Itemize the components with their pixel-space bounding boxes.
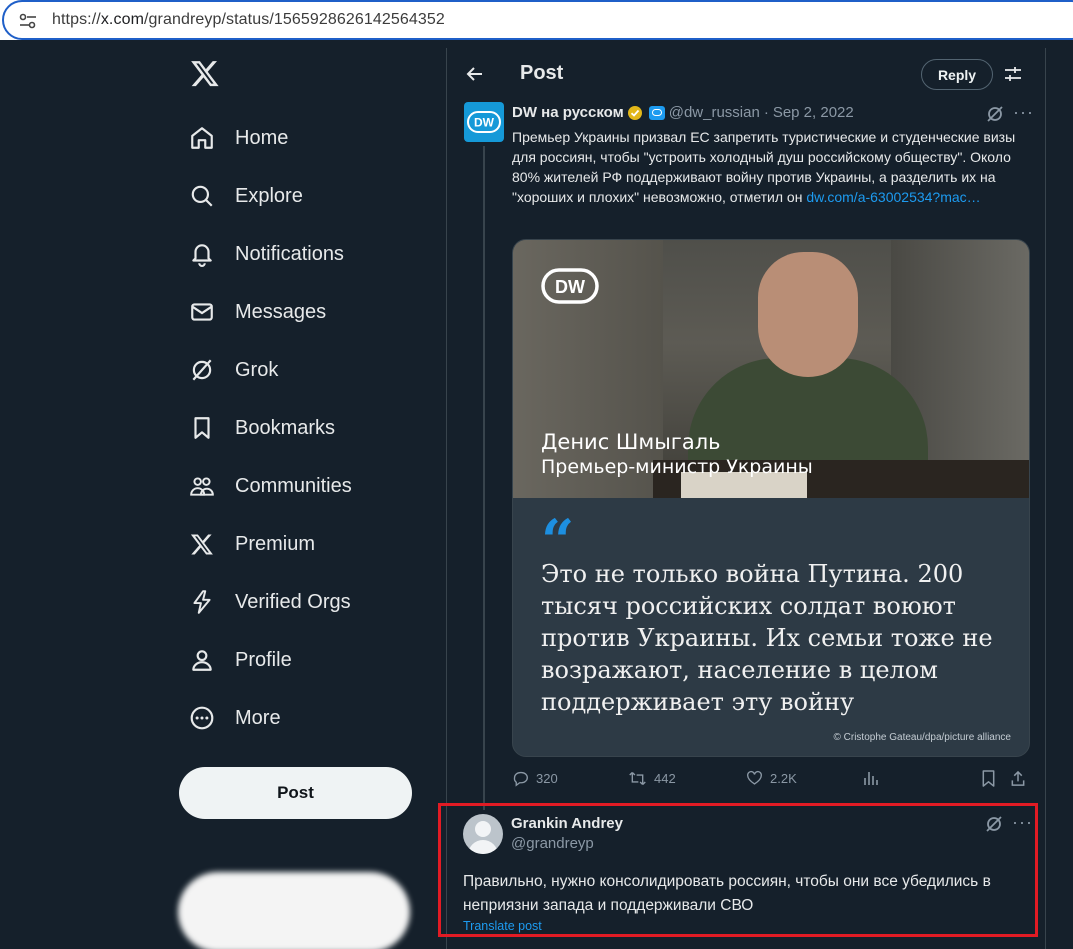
sidebar-item-label: Explore xyxy=(235,184,303,207)
post-button[interactable]: Post xyxy=(179,767,412,819)
browser-address-bar: https://x.com/grandreyp/status/156592862… xyxy=(0,0,1073,40)
grok-icon[interactable] xyxy=(984,814,1004,834)
bookmark-icon xyxy=(188,414,216,442)
sidebar-item-label: Messages xyxy=(235,300,327,323)
repost-action[interactable]: 442 xyxy=(628,770,676,787)
share-icon xyxy=(1011,770,1025,786)
thread-line xyxy=(483,146,485,810)
tweet-date[interactable]: Sep 2, 2022 xyxy=(773,104,854,121)
url-text: https://x.com/grandreyp/status/156592862… xyxy=(52,11,445,28)
sidebar-item-premium[interactable]: Premium xyxy=(188,524,315,564)
photo: DW Денис Шмыгаль Премьер-министр Украины xyxy=(513,240,1029,498)
more-options-icon[interactable]: ··· xyxy=(1013,102,1034,123)
tweet-media[interactable]: DW Денис Шмыгаль Премьер-министр Украины… xyxy=(512,239,1030,757)
sidebar-item-label: Communities xyxy=(235,474,352,497)
redacted-account-area xyxy=(178,872,410,949)
reply-icon xyxy=(513,771,528,787)
sidebar-item-bookmarks[interactable]: Bookmarks xyxy=(188,408,335,448)
bookmark-action[interactable] xyxy=(981,770,1003,787)
svg-text:DW: DW xyxy=(474,116,495,130)
like-action[interactable]: 2.2K xyxy=(746,770,797,786)
reply-text: Правильно, нужно консолидировать россиян… xyxy=(463,873,991,914)
more-options-icon[interactable]: ··· xyxy=(1012,812,1033,833)
adjust-icon[interactable] xyxy=(1003,64,1023,84)
sidebar-item-label: Verified Orgs xyxy=(235,590,351,613)
author-name[interactable]: DW на русском xyxy=(512,104,624,121)
views-action[interactable] xyxy=(863,770,886,786)
share-action[interactable] xyxy=(1010,770,1033,787)
person-icon xyxy=(188,646,216,674)
sidebar-item-label: Bookmarks xyxy=(235,416,336,439)
sidebar-item-communities[interactable]: Communities xyxy=(188,466,352,506)
bookmark-icon xyxy=(982,770,995,787)
caption-title: Премьер-министр Украины xyxy=(541,456,813,478)
avatar[interactable] xyxy=(463,814,503,854)
x-logo-icon[interactable] xyxy=(190,58,220,88)
sidebar-item-label: More xyxy=(235,706,281,729)
x-icon xyxy=(188,530,216,558)
sidebar-item-notifications[interactable]: Notifications xyxy=(188,234,344,274)
sidebar-item-profile[interactable]: Profile xyxy=(188,640,292,680)
tweet-actions: 320 442 2.2K xyxy=(512,770,1032,790)
sidebar-item-more[interactable]: More xyxy=(188,698,281,738)
repost-icon xyxy=(629,771,646,786)
caption-name: Денис Шмыгаль xyxy=(541,430,721,454)
tweet-link[interactable]: dw.com/a-63002534?mac… xyxy=(806,189,980,205)
avatar[interactable]: DW xyxy=(464,102,504,142)
sidebar-item-label: Notifications xyxy=(235,242,344,265)
repost-count: 442 xyxy=(654,771,676,786)
url-field[interactable]: https://x.com/grandreyp/status/156592862… xyxy=(2,0,1073,40)
grok-icon xyxy=(188,356,216,384)
quote-text: Это не только война Путина. 200 тысяч ро… xyxy=(541,560,993,716)
sidebar-item-label: Profile xyxy=(235,648,292,671)
sidebar-item-grok[interactable]: Grok xyxy=(188,350,278,390)
sidebar-item-verified-orgs[interactable]: Verified Orgs xyxy=(188,582,351,622)
sidebar-item-label: Home xyxy=(235,126,289,149)
separator-dot: · xyxy=(763,104,769,121)
reply-button[interactable]: Reply xyxy=(921,59,993,90)
more-circle-icon xyxy=(188,704,216,732)
bell-icon xyxy=(188,240,216,268)
heart-icon xyxy=(747,770,762,785)
tune-icon[interactable] xyxy=(18,12,38,30)
sidebar-item-label: Premium xyxy=(235,532,316,555)
page-title: Post xyxy=(520,62,564,84)
tweet-header: DW на русском @dw_russian · Sep 2, 2022 xyxy=(512,104,854,121)
sidebar-item-home[interactable]: Home xyxy=(188,118,288,158)
views-chart-icon xyxy=(864,772,878,785)
home-icon xyxy=(188,124,216,152)
grok-icon[interactable] xyxy=(985,104,1005,124)
dw-logo: DW xyxy=(541,268,599,304)
photo-credit: © Cristophe Gateau/dpa/picture alliance xyxy=(833,732,1011,743)
lightning-icon xyxy=(188,588,216,616)
sidebar-item-explore[interactable]: Explore xyxy=(188,176,303,216)
search-icon xyxy=(188,182,216,210)
svg-text:DW: DW xyxy=(555,277,585,297)
sidebar-item-messages[interactable]: Messages xyxy=(188,292,326,332)
reply-author-name[interactable]: Grankin Andrey xyxy=(511,815,623,832)
back-arrow-icon[interactable] xyxy=(465,64,485,84)
people-icon xyxy=(188,472,216,500)
envelope-icon xyxy=(188,298,216,326)
reply-action[interactable]: 320 xyxy=(512,770,558,787)
tweet-text: Премьер Украины призвал ЕС запретить тур… xyxy=(512,127,1022,207)
sidebar-item-label: Grok xyxy=(235,358,279,381)
affiliate-badge-icon xyxy=(648,105,665,120)
like-count: 2.2K xyxy=(770,770,797,786)
author-handle[interactable]: @dw_russian xyxy=(669,104,760,121)
translate-post-link[interactable]: Translate post xyxy=(463,919,542,933)
reply-count: 320 xyxy=(536,771,558,786)
verified-badge-icon xyxy=(627,105,642,120)
reply-author-handle[interactable]: @grandreyp xyxy=(511,835,594,852)
dw-logo-icon: DW xyxy=(467,111,501,133)
